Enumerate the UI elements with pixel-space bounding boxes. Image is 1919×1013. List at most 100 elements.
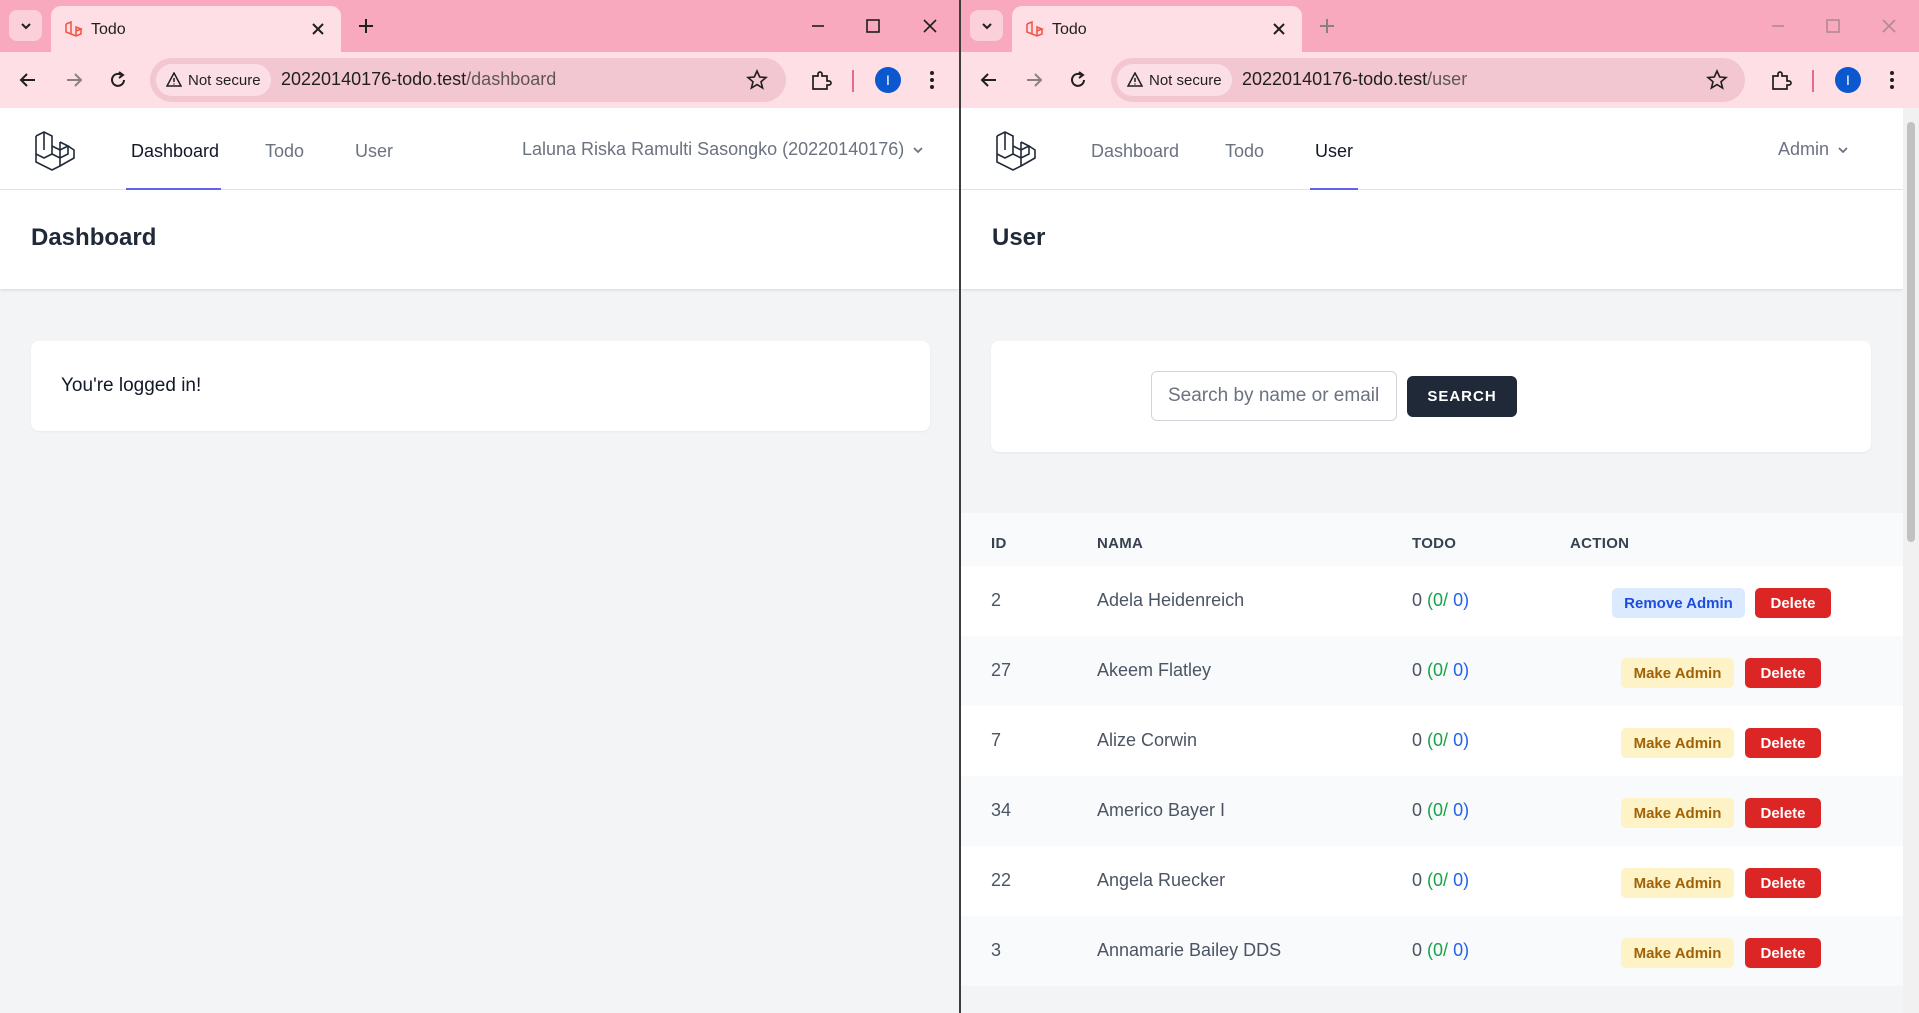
- menu-button[interactable]: [916, 64, 948, 96]
- nav-link-todo[interactable]: Todo: [265, 141, 304, 162]
- remove-admin-button[interactable]: Remove Admin: [1612, 588, 1745, 618]
- forward-button[interactable]: [58, 64, 90, 96]
- search-button[interactable]: SEARCH: [1407, 376, 1517, 417]
- browser-tab[interactable]: Todo: [51, 6, 341, 52]
- user-menu-dropdown[interactable]: Admin: [1778, 139, 1849, 160]
- close-tab-icon[interactable]: [1270, 20, 1288, 38]
- nav-link-user[interactable]: User: [355, 141, 393, 162]
- browser-toolbar: Not secure 20220140176-todo.test/dashboa…: [0, 52, 959, 108]
- page-header: Dashboard: [0, 190, 959, 289]
- chevron-down-icon: [20, 22, 31, 29]
- delete-button[interactable]: Delete: [1745, 728, 1821, 758]
- todo-total: 0: [1412, 590, 1423, 610]
- table-row: 27 Akeem Flatley 0 (0/ 0) Make Admin Del…: [961, 636, 1903, 706]
- puzzle-icon: [1772, 71, 1792, 90]
- todo-total: 0: [1412, 800, 1423, 820]
- todo-done: 0: [1433, 800, 1444, 820]
- back-button[interactable]: [973, 64, 1005, 96]
- page-content: Dashboard Todo User Laluna Riska Ramulti…: [0, 108, 959, 1013]
- nav-link-dashboard[interactable]: Dashboard: [1091, 141, 1179, 162]
- address-bar[interactable]: Not secure 20220140176-todo.test/dashboa…: [150, 58, 786, 102]
- chevron-down-icon: [981, 22, 992, 29]
- minimize-button[interactable]: [1764, 12, 1792, 40]
- app-navbar: Dashboard Todo User Laluna Riska Ramulti…: [0, 108, 959, 190]
- page-content: Dashboard Todo User Admin User SEARCH ID…: [961, 108, 1919, 1013]
- url-path: /dashboard: [466, 69, 557, 89]
- kebab-menu-icon: [1890, 71, 1894, 89]
- reload-icon: [111, 71, 125, 87]
- menu-button[interactable]: [1876, 64, 1908, 96]
- bookmark-star-icon[interactable]: [1705, 68, 1729, 92]
- bookmark-star-icon[interactable]: [745, 68, 769, 92]
- user-id: 27: [991, 660, 1012, 680]
- new-tab-button[interactable]: [352, 12, 380, 40]
- security-chip[interactable]: Not secure: [156, 64, 271, 96]
- user-name: Angela Ruecker: [1097, 870, 1226, 890]
- extensions-button[interactable]: [1765, 64, 1797, 96]
- security-chip[interactable]: Not secure: [1117, 64, 1232, 96]
- page-title: User: [992, 224, 1046, 251]
- toolbar-separator: [852, 70, 854, 92]
- close-tab-icon[interactable]: [309, 20, 327, 38]
- user-menu-name: Admin: [1778, 139, 1830, 159]
- page-title: Dashboard: [31, 224, 157, 251]
- nav-link-dashboard[interactable]: Dashboard: [131, 141, 219, 162]
- logged-in-message: You're logged in!: [61, 375, 202, 396]
- maximize-button[interactable]: [1819, 12, 1847, 40]
- minimize-button[interactable]: [804, 12, 832, 40]
- user-menu-dropdown[interactable]: Laluna Riska Ramulti Sasongko (202201401…: [522, 139, 924, 160]
- reload-button[interactable]: [1062, 64, 1094, 96]
- laravel-logo-icon[interactable]: [34, 130, 76, 172]
- laravel-logo-icon[interactable]: [995, 130, 1037, 172]
- todo-count: 0 (0/ 0): [1412, 590, 1470, 610]
- maximize-button[interactable]: [859, 12, 887, 40]
- browser-tab[interactable]: Todo: [1012, 6, 1302, 52]
- url-host: 20220140176-todo.test: [281, 69, 467, 89]
- scrollbar-thumb[interactable]: [1907, 122, 1915, 542]
- make-admin-button[interactable]: Make Admin: [1621, 728, 1734, 758]
- extensions-button[interactable]: [805, 64, 837, 96]
- user-name: Akeem Flatley: [1097, 660, 1212, 680]
- todo-count: 0 (0/ 0): [1412, 940, 1470, 960]
- arrow-right-icon: [67, 73, 83, 87]
- maximize-icon: [1826, 19, 1840, 33]
- plus-icon: [1320, 19, 1334, 33]
- delete-button[interactable]: Delete: [1745, 798, 1821, 828]
- tab-search-button[interactable]: [970, 10, 1003, 41]
- todo-pending: 0: [1453, 800, 1464, 820]
- new-tab-button[interactable]: [1313, 12, 1341, 40]
- arrow-right-icon: [1027, 73, 1043, 87]
- search-input[interactable]: [1151, 371, 1397, 421]
- minimize-icon: [812, 25, 824, 27]
- close-window-button[interactable]: [1875, 12, 1903, 40]
- nav-link-todo[interactable]: Todo: [1225, 141, 1264, 162]
- forward-button[interactable]: [1018, 64, 1050, 96]
- user-id: 34: [991, 800, 1012, 820]
- delete-button[interactable]: Delete: [1745, 938, 1821, 968]
- profile-avatar[interactable]: I: [1835, 67, 1861, 93]
- delete-button[interactable]: Delete: [1755, 588, 1831, 618]
- back-button[interactable]: [12, 64, 44, 96]
- todo-total: 0: [1412, 660, 1423, 680]
- make-admin-button[interactable]: Make Admin: [1621, 798, 1734, 828]
- arrow-left-icon: [19, 73, 35, 87]
- close-window-button[interactable]: [916, 12, 944, 40]
- reload-button[interactable]: [102, 64, 134, 96]
- delete-button[interactable]: Delete: [1745, 658, 1821, 688]
- profile-avatar[interactable]: I: [875, 67, 901, 93]
- make-admin-button[interactable]: Make Admin: [1621, 868, 1734, 898]
- todo-done: 0: [1433, 590, 1444, 610]
- nav-link-user[interactable]: User: [1315, 141, 1353, 162]
- maximize-icon: [866, 19, 880, 33]
- vertical-scrollbar[interactable]: [1903, 108, 1919, 1013]
- tab-search-button[interactable]: [9, 10, 42, 41]
- delete-button[interactable]: Delete: [1745, 868, 1821, 898]
- make-admin-button[interactable]: Make Admin: [1621, 658, 1734, 688]
- user-name: Alize Corwin: [1097, 730, 1198, 750]
- todo-done: 0: [1433, 940, 1444, 960]
- address-bar[interactable]: Not secure 20220140176-todo.test/user: [1111, 58, 1745, 102]
- todo-count: 0 (0/ 0): [1412, 660, 1470, 680]
- table-row: 7 Alize Corwin 0 (0/ 0) Make Admin Delet…: [961, 706, 1903, 776]
- make-admin-button[interactable]: Make Admin: [1621, 938, 1734, 968]
- status-card: You're logged in!: [31, 341, 930, 431]
